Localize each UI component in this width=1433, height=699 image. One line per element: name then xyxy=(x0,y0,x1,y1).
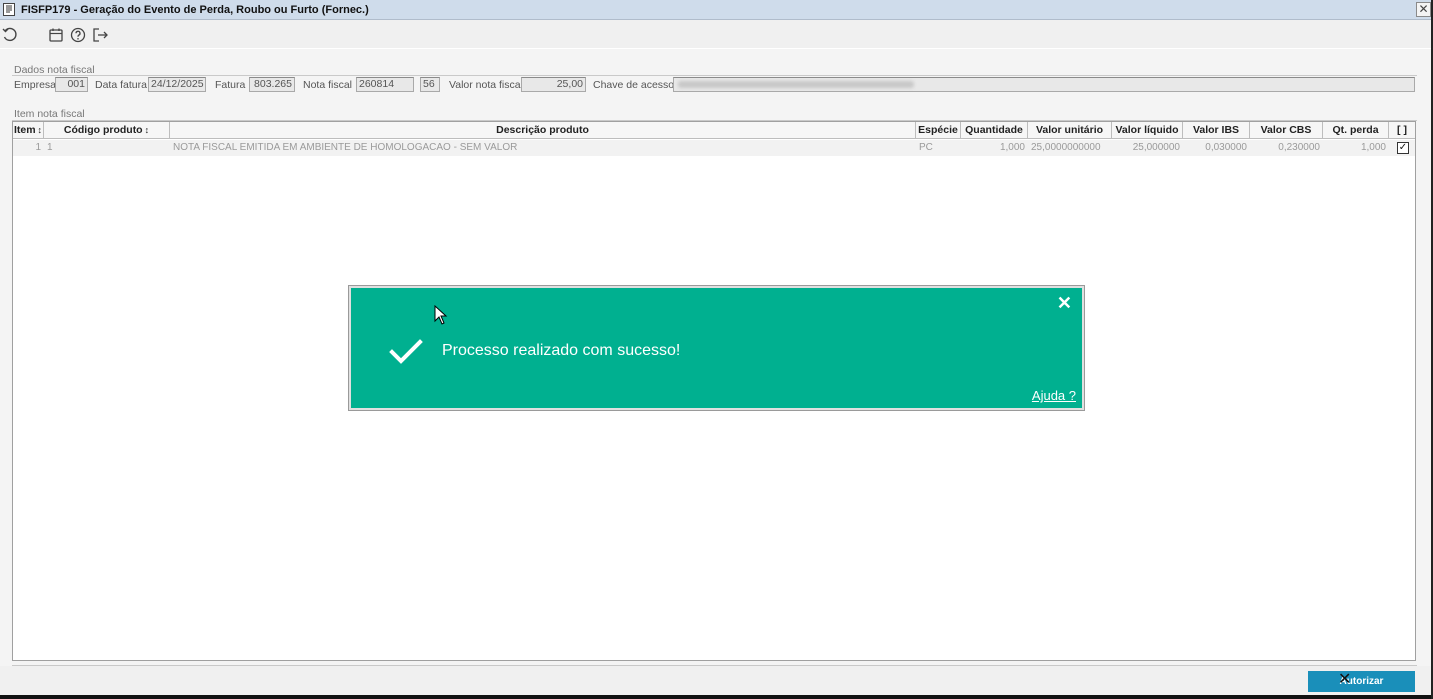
cell-qt-perda[interactable]: 1,000 xyxy=(1323,140,1389,156)
cell-especie: PC xyxy=(919,142,933,153)
close-overlay-icon: ✕ xyxy=(1338,671,1352,688)
check-icon xyxy=(389,339,423,364)
cell-valor-liquido: 25,000000 xyxy=(1132,142,1180,153)
toast-close-button[interactable]: ✕ xyxy=(1057,294,1072,312)
bottom-edge xyxy=(0,695,1433,699)
dados-section-line xyxy=(12,75,1417,76)
empresa-field[interactable]: 001 xyxy=(55,77,88,92)
sort-icon[interactable]: ↕ xyxy=(145,125,150,135)
calendar-icon[interactable] xyxy=(48,27,64,43)
title-bar: FISFP179 - Geração do Evento de Perda, R… xyxy=(0,0,1433,20)
col-qt-perda[interactable]: Qt. perda xyxy=(1323,122,1389,139)
refresh-icon[interactable] xyxy=(2,27,18,43)
redacted-text xyxy=(678,81,914,88)
exit-icon[interactable] xyxy=(92,27,108,43)
empresa-label: Empresa xyxy=(14,79,57,91)
col-select[interactable]: [ ] xyxy=(1389,122,1415,139)
col-quantidade[interactable]: Quantidade xyxy=(961,122,1028,139)
nota-fiscal-field[interactable]: 260814 xyxy=(356,77,414,92)
toast-message: Processo realizado com sucesso! xyxy=(442,342,681,359)
serie-field[interactable]: 56 xyxy=(420,77,440,92)
col-codigo-produto[interactable]: Código produto ↕ xyxy=(44,122,170,139)
sort-icon[interactable]: ↕ xyxy=(38,125,43,135)
cell-codigo: 1 xyxy=(47,142,53,153)
col-item[interactable]: Item ↕ xyxy=(13,122,44,139)
cell-valor-cbs: 0,230000 xyxy=(1278,142,1320,153)
col-valor-cbs[interactable]: Valor CBS xyxy=(1250,122,1323,139)
app-icon xyxy=(3,3,15,16)
col-valor-liquido[interactable]: Valor líquido xyxy=(1112,122,1183,139)
data-fatura-field[interactable]: 24/12/2025 xyxy=(148,77,206,92)
help-link[interactable]: Ajuda ? xyxy=(1032,388,1076,403)
toolbar xyxy=(0,21,1433,48)
table-row[interactable]: 1 1 NOTA FISCAL EMITIDA EM AMBIENTE DE H… xyxy=(13,140,1415,156)
valor-nota-fiscal-field[interactable]: 25,00 xyxy=(521,77,586,92)
cell-valor-unitario: 25,0000000000 xyxy=(1031,142,1101,153)
fatura-field[interactable]: 803.265 xyxy=(249,77,295,92)
close-window-button[interactable]: ✕ xyxy=(1416,2,1431,17)
itens-section-title: Item nota fiscal xyxy=(14,108,85,120)
mouse-cursor-icon xyxy=(434,305,448,325)
autorizar-button[interactable]: Autorizar ✕ xyxy=(1308,671,1415,692)
col-valor-ibs[interactable]: Valor IBS xyxy=(1183,122,1250,139)
cell-descricao: NOTA FISCAL EMITIDA EM AMBIENTE DE HOMOL… xyxy=(173,142,518,153)
cell-quantidade: 1,000 xyxy=(999,142,1025,153)
data-fatura-label: Data fatura xyxy=(95,79,147,91)
col-item-label: Item xyxy=(13,124,36,136)
cell-valor-ibs: 0,030000 xyxy=(1205,142,1247,153)
nota-fiscal-label: Nota fiscal xyxy=(303,79,353,91)
chave-acesso-field[interactable] xyxy=(673,77,1415,92)
cell-item: 1 xyxy=(35,142,41,153)
valor-nota-fiscal-label: Valor nota fiscal xyxy=(449,79,523,91)
col-codigo-label: Código produto xyxy=(63,124,143,136)
fatura-label: Fatura xyxy=(215,79,246,91)
table-header: Item ↕ Código produto ↕ Descrição produto … xyxy=(13,122,1415,139)
col-valor-unitario[interactable]: Valor unitário xyxy=(1028,122,1112,139)
success-toast: ✕ Processo realizado com sucesso! Ajuda … xyxy=(349,286,1084,410)
row-checkbox[interactable]: ✓ xyxy=(1397,142,1409,154)
col-descricao-produto[interactable]: Descrição produto xyxy=(170,122,916,139)
help-icon[interactable] xyxy=(70,27,86,43)
col-especie[interactable]: Espécie xyxy=(916,122,961,139)
window-title: FISFP179 - Geração do Evento de Perda, R… xyxy=(21,3,369,16)
footer-divider xyxy=(12,665,1417,666)
chave-acesso-label: Chave de acesso xyxy=(593,79,675,91)
